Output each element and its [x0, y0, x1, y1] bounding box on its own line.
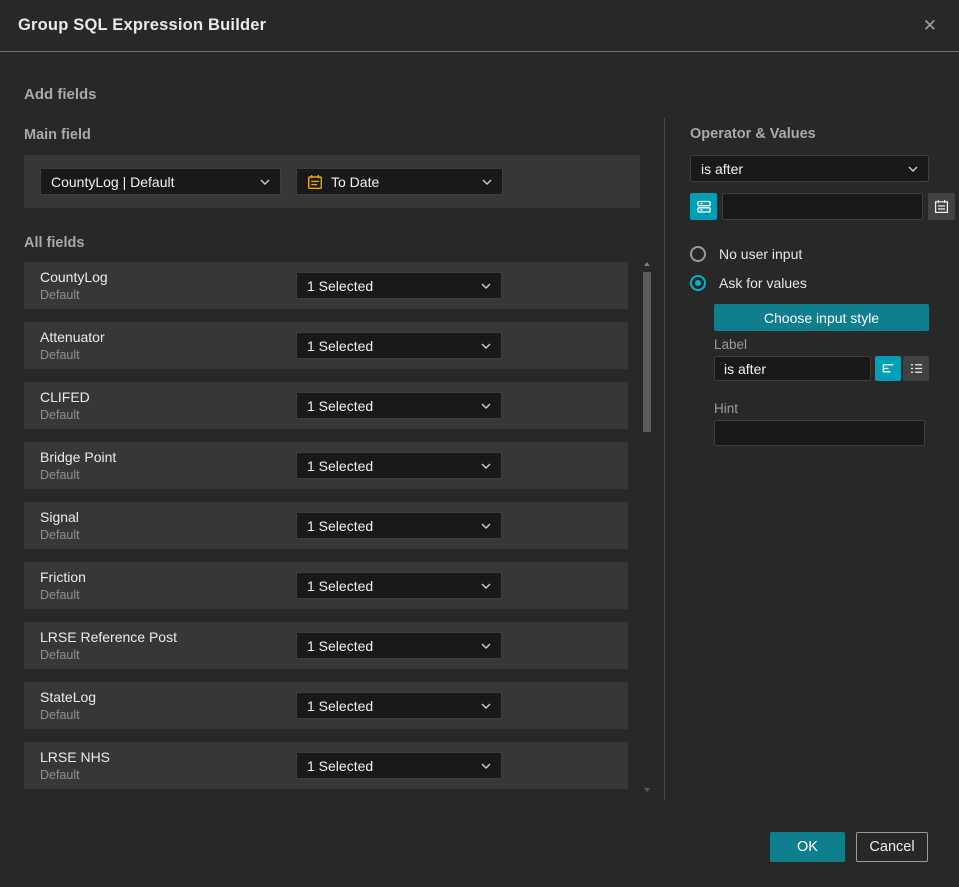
operator-values-heading: Operator & Values: [690, 126, 816, 142]
field-selection-label: 1 Selected: [307, 457, 374, 474]
chevron-down-icon: [481, 643, 491, 649]
chevron-down-icon: [481, 403, 491, 409]
chevron-down-icon: [481, 763, 491, 769]
all-fields-list: CountyLog Default 1 Selected Attenuator …: [24, 262, 628, 789]
value-input-row: [690, 193, 955, 220]
scroll-down-arrow-icon[interactable]: [644, 788, 650, 792]
field-row: Signal Default 1 Selected: [24, 502, 628, 549]
fields-scrollbar: [643, 260, 652, 794]
scroll-up-arrow-icon[interactable]: [644, 262, 650, 266]
field-selection-label: 1 Selected: [307, 637, 374, 654]
field-selection-dropdown[interactable]: 1 Selected: [296, 332, 502, 359]
field-row: StateLog Default 1 Selected: [24, 682, 628, 729]
radio-circle-selected-icon: [690, 275, 706, 291]
chevron-down-icon: [481, 343, 491, 349]
field-selection-label: 1 Selected: [307, 517, 374, 534]
unique-values-button[interactable]: [690, 193, 717, 220]
chevron-down-icon: [481, 463, 491, 469]
field-row: Friction Default 1 Selected: [24, 562, 628, 609]
field-row: LRSE Reference Post Default 1 Selected: [24, 622, 628, 669]
chevron-down-icon: [908, 166, 918, 172]
main-field-select[interactable]: CountyLog | Default: [40, 168, 281, 195]
field-selection-dropdown[interactable]: 1 Selected: [296, 632, 502, 659]
field-selection-label: 1 Selected: [307, 337, 374, 354]
date-field-select-value: To Date: [331, 173, 380, 190]
radio-ask-for-values[interactable]: Ask for values: [690, 275, 807, 291]
field-selection-dropdown[interactable]: 1 Selected: [296, 692, 502, 719]
field-selection-label: 1 Selected: [307, 577, 374, 594]
field-selection-dropdown[interactable]: 1 Selected: [296, 512, 502, 539]
all-fields-label: All fields: [24, 235, 85, 251]
close-icon[interactable]: ✕: [919, 13, 941, 38]
date-field-select[interactable]: To Date: [296, 168, 503, 195]
operator-select[interactable]: is after: [690, 155, 929, 182]
calendar-icon: [307, 174, 323, 190]
field-selection-dropdown[interactable]: 1 Selected: [296, 392, 502, 419]
hint-input[interactable]: [714, 420, 925, 446]
chevron-down-icon: [482, 179, 492, 185]
main-field-label: Main field: [24, 127, 91, 143]
cancel-button[interactable]: Cancel: [856, 832, 928, 862]
chevron-down-icon: [481, 283, 491, 289]
radio-ask-for-values-label: Ask for values: [719, 275, 807, 291]
chevron-down-icon: [481, 583, 491, 589]
date-value-input[interactable]: [722, 193, 923, 220]
label-input[interactable]: [714, 356, 871, 381]
label-input-row: [714, 356, 929, 381]
field-selection-dropdown[interactable]: 1 Selected: [296, 452, 502, 479]
ok-button[interactable]: OK: [770, 832, 845, 862]
field-selection-label: 1 Selected: [307, 757, 374, 774]
main-field-select-value: CountyLog | Default: [51, 173, 175, 190]
field-row: CountyLog Default 1 Selected: [24, 262, 628, 309]
field-selection-dropdown[interactable]: 1 Selected: [296, 272, 502, 299]
title-bar: Group SQL Expression Builder ✕: [0, 0, 959, 52]
hint-field-label: Hint: [714, 401, 739, 416]
radio-no-user-input-label: No user input: [719, 246, 803, 262]
field-selection-label: 1 Selected: [307, 277, 374, 294]
list-input-style-button[interactable]: [903, 356, 929, 381]
label-field-label: Label: [714, 337, 748, 352]
main-field-panel: CountyLog | Default To Date: [24, 155, 640, 208]
field-selection-dropdown[interactable]: 1 Selected: [296, 752, 502, 779]
calendar-picker-button[interactable]: [928, 193, 955, 220]
panel-divider: [664, 118, 665, 800]
radio-circle-icon: [690, 246, 706, 262]
dialog-title: Group SQL Expression Builder: [18, 16, 267, 34]
field-row: Attenuator Default 1 Selected: [24, 322, 628, 369]
operator-select-value: is after: [701, 160, 744, 177]
chevron-down-icon: [260, 179, 270, 185]
field-selection-dropdown[interactable]: 1 Selected: [296, 572, 502, 599]
scrollbar-thumb[interactable]: [643, 272, 651, 432]
field-row: Bridge Point Default 1 Selected: [24, 442, 628, 489]
radio-no-user-input[interactable]: No user input: [690, 246, 802, 262]
add-fields-heading: Add fields: [24, 86, 97, 103]
text-input-style-button[interactable]: [875, 356, 901, 381]
field-selection-label: 1 Selected: [307, 697, 374, 714]
footer: OK Cancel: [770, 832, 928, 862]
field-row: LRSE NHS Default 1 Selected: [24, 742, 628, 789]
choose-input-style-button[interactable]: Choose input style: [714, 304, 929, 331]
group-sql-expression-builder-dialog: Group SQL Expression Builder ✕ Add field…: [0, 0, 959, 887]
chevron-down-icon: [481, 523, 491, 529]
chevron-down-icon: [481, 703, 491, 709]
field-row: CLIFED Default 1 Selected: [24, 382, 628, 429]
field-selection-label: 1 Selected: [307, 397, 374, 414]
